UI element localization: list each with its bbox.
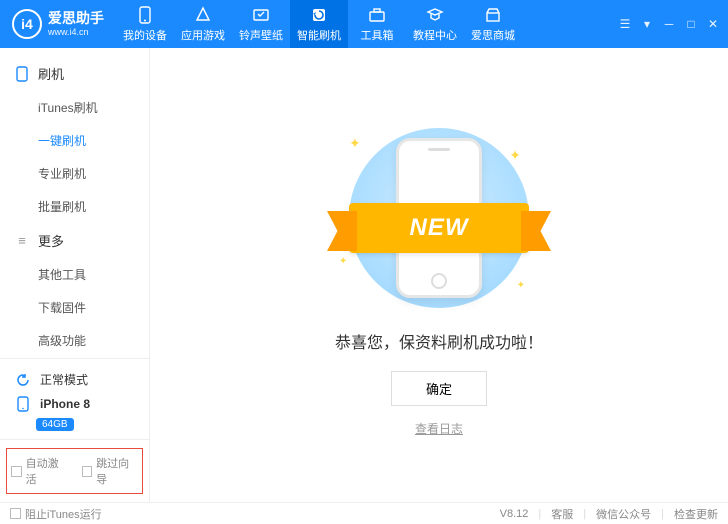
more-icon: ≡ [14,233,30,248]
mode-row[interactable]: 正常模式 [10,367,139,392]
wechat-link[interactable]: 微信公众号 [596,506,651,522]
sidebar-item-itunes-flash[interactable]: iTunes刷机 [0,91,149,124]
phone-icon [136,6,154,24]
check-update-link[interactable]: 检查更新 [674,506,718,522]
apps-icon [194,6,212,24]
close-icon[interactable]: ✕ [706,17,720,31]
auto-activate-checkbox[interactable]: 自动激活 [11,455,68,487]
flash-icon [310,6,328,24]
logo: i4 爱思助手 www.i4.cn [0,9,116,39]
logo-title: 爱思助手 [48,10,104,27]
top-nav: 我的设备 应用游戏 铃声壁纸 智能刷机 工具箱 教程中心 爱思商城 [116,0,618,48]
sidebar-item-batch-flash[interactable]: 批量刷机 [0,190,149,223]
nav-tutorial[interactable]: 教程中心 [406,0,464,48]
sidebar-group-flash[interactable]: 刷机 [0,56,149,91]
support-link[interactable]: 客服 [551,506,573,522]
settings-icon[interactable]: ☰ [618,17,632,31]
sidebar: 刷机 iTunes刷机 一键刷机 专业刷机 批量刷机 ≡ 更多 其他工具 下载固… [0,48,150,502]
nav-store[interactable]: 爱思商城 [464,0,522,48]
logo-icon: i4 [12,9,42,39]
sidebar-item-download-firmware[interactable]: 下载固件 [0,291,149,324]
nav-ringtone[interactable]: 铃声壁纸 [232,0,290,48]
version-label: V8.12 [500,508,529,520]
store-icon [484,6,502,24]
refresh-icon [14,373,32,387]
success-message: 恭喜您，保资料刷机成功啦！ [335,329,543,353]
nav-toolbox[interactable]: 工具箱 [348,0,406,48]
nav-flash[interactable]: 智能刷机 [290,0,348,48]
sidebar-item-other-tools[interactable]: 其他工具 [0,258,149,291]
view-log-link[interactable]: 查看日志 [415,420,463,437]
phone-small-icon [14,396,32,412]
footer: 阻止iTunes运行 V8.12 | 客服 | 微信公众号 | 检查更新 [0,502,728,524]
pin-icon[interactable]: ▾ [640,17,654,31]
ok-button[interactable]: 确定 [391,371,487,406]
nav-apps[interactable]: 应用游戏 [174,0,232,48]
sidebar-status: 正常模式 iPhone 8 64GB [0,358,149,439]
block-itunes-checkbox[interactable]: 阻止iTunes运行 [10,506,102,522]
tutorial-icon [426,6,444,24]
app-header: i4 爱思助手 www.i4.cn 我的设备 应用游戏 铃声壁纸 智能刷机 工具… [0,0,728,48]
main-content: ✦ ✦ ✦ ✦ NEW 恭喜您，保资料刷机成功啦！ 确定 查看日志 [150,48,728,502]
highlighted-options: 自动激活 跳过向导 [6,448,143,494]
minimize-icon[interactable]: ─ [662,17,676,31]
sidebar-group-more[interactable]: ≡ 更多 [0,223,149,258]
sidebar-item-advanced[interactable]: 高级功能 [0,324,149,357]
device-row[interactable]: iPhone 8 [10,392,139,416]
logo-url: www.i4.cn [48,27,104,38]
sidebar-item-pro-flash[interactable]: 专业刷机 [0,157,149,190]
storage-badge: 64GB [36,418,74,431]
titlebar-controls: ☰ ▾ ─ □ ✕ [618,17,728,31]
skip-guide-checkbox[interactable]: 跳过向导 [82,455,139,487]
ribbon-text: NEW [410,214,469,242]
toolbox-icon [368,6,386,24]
nav-my-device[interactable]: 我的设备 [116,0,174,48]
device-icon [14,66,30,82]
success-illustration: ✦ ✦ ✦ ✦ NEW [309,123,569,313]
sidebar-item-oneclick-flash[interactable]: 一键刷机 [0,124,149,157]
ringtone-icon [252,6,270,24]
sidebar-bottom: 自动激活 跳过向导 [0,439,149,502]
maximize-icon[interactable]: □ [684,17,698,31]
